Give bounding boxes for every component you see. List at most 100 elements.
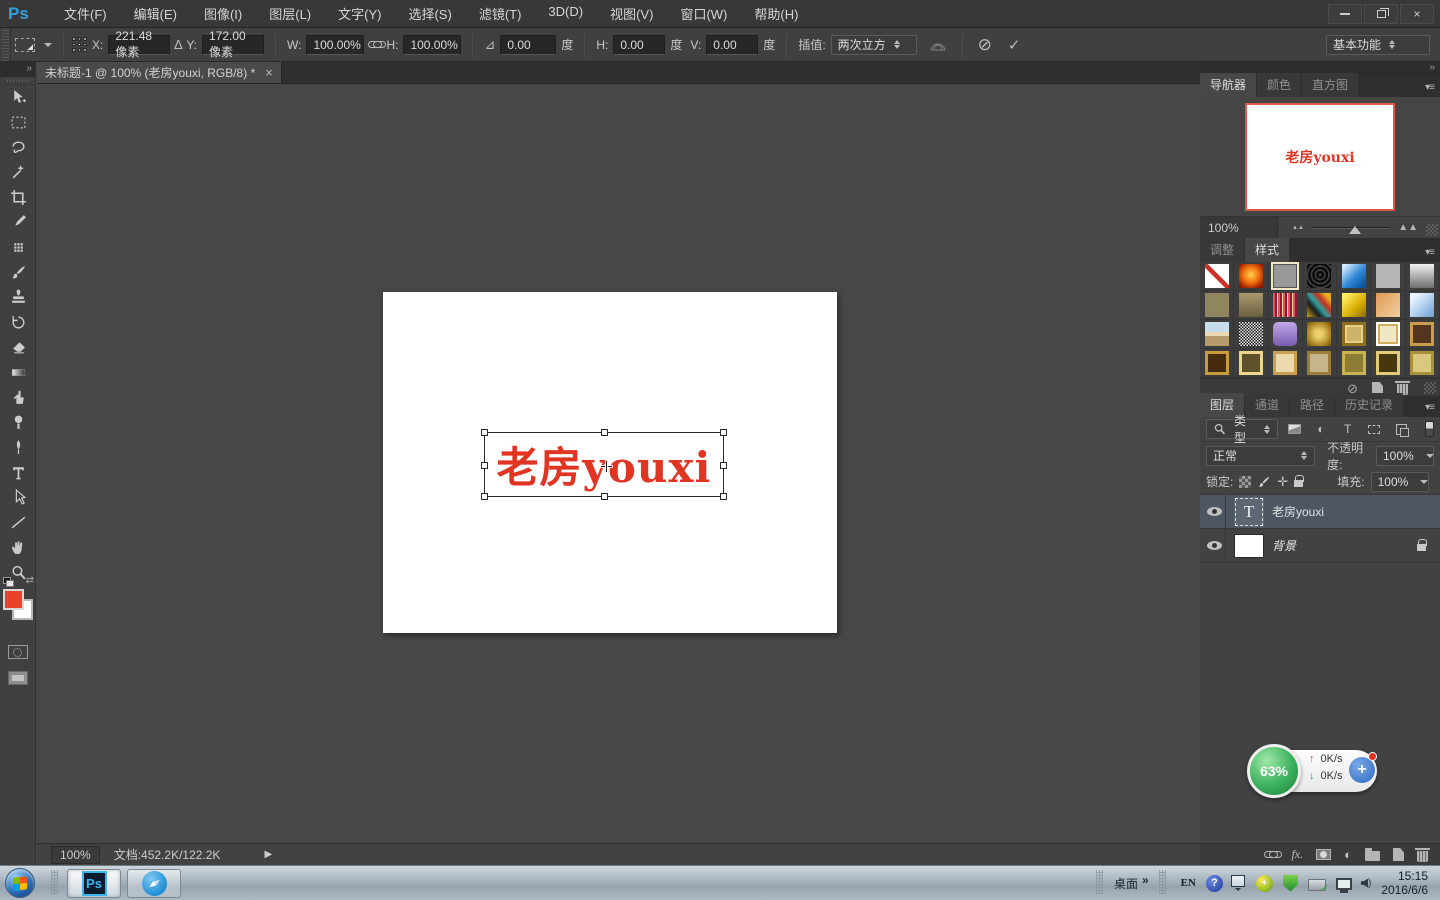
layer-style-fx-icon[interactable]: fx. [1291,847,1303,862]
visibility-eye-icon[interactable] [1207,507,1222,516]
tray-security-orb-icon[interactable]: + [1256,875,1273,892]
tool-button[interactable] [0,510,36,535]
transform-handle[interactable] [481,429,488,436]
desktop-toolbar-label[interactable]: 桌面 [1114,875,1138,892]
style-swatch[interactable] [1307,322,1331,346]
visibility-eye-icon[interactable] [1207,541,1222,550]
lock-all-icon[interactable] [1294,480,1303,487]
language-help-icon[interactable]: ? [1206,875,1223,892]
speed-ball-widget[interactable]: ↑ 0K/s ↓ 0K/s + 63% [1247,744,1379,798]
tool-button[interactable] [0,285,36,310]
transform-handle[interactable] [601,429,608,436]
canvas-pasteboard[interactable]: 老房youxi [37,84,1200,843]
style-swatch[interactable] [1273,293,1297,317]
style-swatch[interactable] [1239,322,1263,346]
style-swatch[interactable] [1307,264,1331,288]
tool-button[interactable] [0,160,36,185]
language-bar-window-icon[interactable] [1231,875,1245,887]
style-swatch[interactable] [1376,322,1400,346]
opacity-dropdown[interactable]: 100% [1376,446,1434,466]
panel-menu-icon[interactable]: ▾≡ [1419,78,1440,97]
commit-transform-button[interactable]: ✓ [1008,36,1021,54]
relative-position-icon[interactable]: ∆ [174,37,182,52]
panel-resize-grip[interactable] [1426,224,1438,236]
transform-handle[interactable] [481,493,488,500]
cancel-transform-button[interactable]: ⊘ [978,35,992,55]
tool-button[interactable] [0,485,36,510]
tab-adjustments[interactable]: 调整 [1200,238,1244,262]
navigator-zoom-slider[interactable] [1312,227,1390,229]
status-options-arrow-icon[interactable]: ▶ [264,849,272,860]
panel-menu-icon[interactable]: ▾≡ [1419,398,1440,417]
tool-button[interactable] [0,310,36,335]
x-input[interactable]: 221.48 像素 [108,35,170,55]
width-input[interactable]: 100.00% [306,35,364,55]
angle-input[interactable]: 0.00 [500,35,556,55]
link-dimensions-icon[interactable] [368,41,382,48]
transform-handle[interactable] [720,429,727,436]
add-mask-icon[interactable] [1316,849,1331,860]
fill-dropdown[interactable]: 100% [1371,472,1429,492]
desktop-chevron-icon[interactable]: » [1142,873,1149,887]
lock-pixels-icon[interactable] [1257,475,1271,489]
tool-button[interactable] [0,360,36,385]
foreground-color-swatch[interactable] [3,589,24,610]
layer-row-background[interactable]: 背景 [1200,529,1440,563]
filter-smart-object-icon[interactable] [1391,421,1412,438]
lock-transparency-icon[interactable] [1239,476,1251,488]
menu-item[interactable]: 图层(L) [269,4,311,23]
interpolation-dropdown[interactable]: 两次立方 [831,35,917,55]
tool-preset-dropdown-icon[interactable] [44,43,52,51]
tool-button[interactable] [0,260,36,285]
transform-handle[interactable] [720,462,727,469]
zoom-level-field[interactable]: 100% [51,846,100,864]
style-swatch[interactable] [1205,351,1229,375]
default-colors-icon[interactable] [3,577,13,586]
zoom-in-icon[interactable]: ▲▲ [1398,223,1418,233]
warp-mode-icon[interactable] [929,38,947,52]
tab-color[interactable]: 颜色 [1257,73,1301,97]
zoom-out-icon[interactable]: ▲▲ [1292,225,1304,231]
new-layer-icon[interactable] [1393,848,1404,861]
style-swatch[interactable] [1376,293,1400,317]
swap-colors-icon[interactable]: ⇄ [26,575,34,586]
taskbar-grip[interactable] [51,870,61,896]
browser-taskbar-button[interactable] [127,869,181,898]
filter-shape-icon[interactable] [1364,421,1385,438]
layer-row-text[interactable]: T 老房youxi [1200,495,1440,529]
toolbar-grip[interactable] [0,77,35,85]
adjustment-layer-icon[interactable]: ◐ [1344,847,1352,862]
menu-item[interactable]: 选择(S) [408,4,451,23]
taskbar-grip[interactable] [1096,870,1106,896]
tab-styles[interactable]: 样式 [1245,238,1289,262]
close-button[interactable]: × [1400,4,1434,24]
tool-button[interactable] [0,235,36,260]
tool-button[interactable] [0,335,36,360]
reference-point-locator[interactable] [71,36,88,53]
tray-shield-icon[interactable] [1283,875,1298,892]
layer-filter-dropdown[interactable]: 类型 [1206,419,1278,439]
background-layer-thumbnail[interactable] [1234,534,1264,558]
menu-item[interactable]: 3D(D) [548,4,583,23]
tool-button[interactable] [0,385,36,410]
document-tab[interactable]: 未标题-1 @ 100% (老房youxi, RGB/8) * × [37,62,282,83]
layer-name[interactable]: 老房youxi [1272,503,1324,520]
style-swatch[interactable] [1205,293,1229,317]
menu-item[interactable]: 文字(Y) [338,4,381,23]
tool-button[interactable] [0,210,36,235]
taskbar-grip[interactable] [1159,870,1169,896]
style-swatch[interactable] [1205,264,1229,288]
v-skew-input[interactable]: 0.00 [706,35,758,55]
panel-resize-grip[interactable] [1424,382,1436,394]
menu-item[interactable]: 视图(V) [610,4,653,23]
link-layers-icon[interactable] [1264,851,1278,858]
tab-history[interactable]: 历史记录 [1335,393,1403,417]
style-swatch[interactable] [1273,322,1297,346]
menu-item[interactable]: 滤镜(T) [479,4,522,23]
menu-item[interactable]: 编辑(E) [134,4,177,23]
transform-bounding-box[interactable]: 老房youxi [484,432,724,497]
tool-button[interactable] [0,535,36,560]
style-swatch[interactable] [1307,293,1331,317]
lock-position-icon[interactable]: ✛ [1277,474,1288,490]
style-swatch[interactable] [1239,264,1263,288]
